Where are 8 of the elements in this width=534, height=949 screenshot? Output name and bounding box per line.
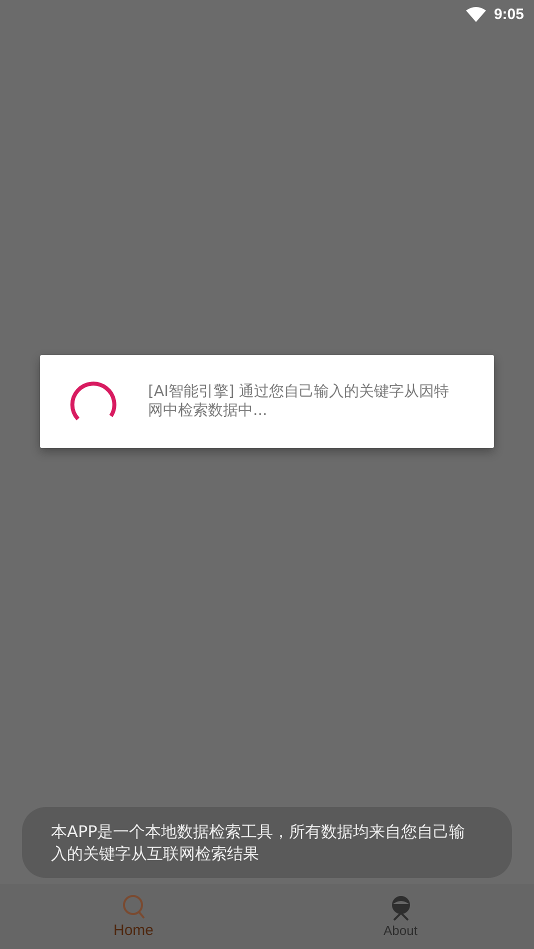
status-time: 9:05 <box>494 6 524 22</box>
nav-tab[interactable]: About <box>267 884 534 949</box>
dialog-message: [AI智能引擎] 通过您自己输入的关键字从因特网中检索数据中... <box>148 382 450 420</box>
search-icon <box>122 894 146 920</box>
spinner-icon <box>70 379 118 423</box>
nav-tab[interactable]: Home <box>0 884 267 949</box>
toast-message: 本APP是一个本地数据检索工具，所有数据均来自您自己输入的关键字从互联网检索结果 <box>51 821 466 865</box>
wifi-icon <box>466 6 486 22</box>
